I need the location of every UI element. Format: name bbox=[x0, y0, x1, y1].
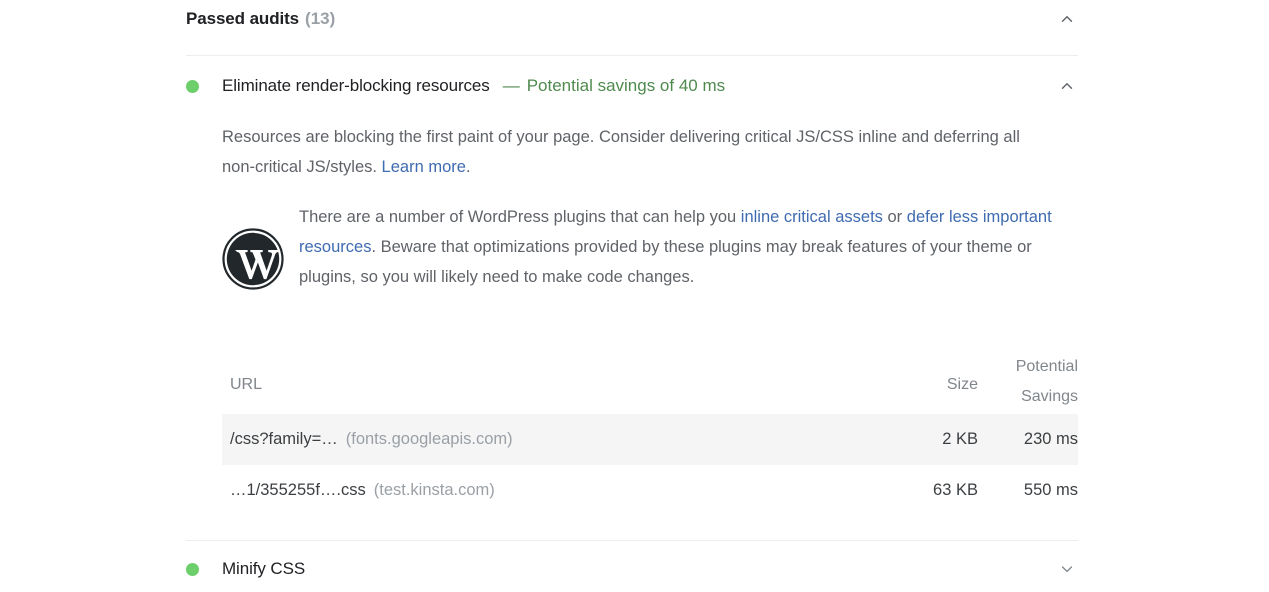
column-header-potential-savings: Potential Savings bbox=[978, 352, 1078, 412]
cell-potential-savings: 230 ms bbox=[1023, 430, 1078, 448]
inline-critical-assets-link[interactable]: inline critical assets bbox=[741, 208, 883, 226]
learn-more-link[interactable]: Learn more bbox=[382, 158, 466, 176]
cell-url-host: (fonts.googleapis.com) bbox=[345, 430, 513, 448]
cell-size: 2 KB bbox=[942, 430, 978, 448]
plugin-note-part1: There are a number of WordPress plugins … bbox=[299, 208, 741, 226]
chevron-up-icon[interactable] bbox=[1056, 8, 1078, 30]
cell-url-path: /css?family=… bbox=[230, 430, 338, 448]
cell-url: /css?family=… (fonts.googleapis.com) bbox=[222, 430, 858, 449]
audit-description-period: . bbox=[465, 158, 471, 176]
audit-title: Eliminate render-blocking resources bbox=[222, 76, 490, 95]
green-circle-icon bbox=[186, 562, 199, 576]
plugin-note-part3: . Beware that optimizations provided by … bbox=[299, 238, 1032, 286]
green-circle-icon bbox=[186, 79, 199, 93]
table-row[interactable]: …1/355255f….css (test.kinsta.com) 63 KB 5… bbox=[222, 465, 1078, 516]
passed-audits-count: (13) bbox=[305, 9, 336, 28]
wordpress-logo-icon bbox=[222, 228, 284, 290]
passed-audits-header[interactable]: Passed audits (13) bbox=[186, 4, 1078, 34]
divider-top bbox=[186, 55, 1078, 56]
column-header-size: Size bbox=[946, 376, 978, 393]
cell-size: 63 KB bbox=[933, 481, 978, 499]
cell-potential-savings: 550 ms bbox=[1023, 481, 1078, 499]
audit-description: Resources are blocking the first paint o… bbox=[222, 122, 1052, 182]
column-header-potential-savings-line2: Savings bbox=[1021, 388, 1078, 405]
audit-separator: — bbox=[502, 76, 520, 95]
audit-header-render-blocking[interactable]: Eliminate render-blocking resources — Po… bbox=[186, 71, 1078, 101]
table-header-row: URL Size Potential Savings bbox=[222, 352, 1078, 414]
audit-title: Minify CSS bbox=[222, 559, 306, 578]
plugin-note-text: There are a number of WordPress plugins … bbox=[299, 200, 1052, 292]
column-header-url: URL bbox=[230, 376, 263, 393]
cell-url-path: …1/355255f….css bbox=[230, 481, 366, 499]
table-row[interactable]: /css?family=… (fonts.googleapis.com) 2 KB… bbox=[222, 414, 1078, 465]
cell-url: …1/355255f….css (test.kinsta.com) bbox=[222, 481, 858, 500]
chevron-down-icon[interactable] bbox=[1056, 558, 1078, 580]
cell-url-host: (test.kinsta.com) bbox=[373, 481, 495, 499]
audit-description-text: Resources are blocking the first paint o… bbox=[222, 128, 1020, 176]
audit-savings-label: Potential savings of 40 ms bbox=[526, 76, 726, 95]
page-title: Passed audits bbox=[186, 9, 300, 28]
wordpress-plugin-note: There are a number of WordPress plugins … bbox=[222, 200, 1052, 292]
divider-bottom bbox=[186, 540, 1078, 541]
resources-table: URL Size Potential Savings /css?family=…… bbox=[222, 352, 1078, 516]
column-header-potential-savings-line1: Potential bbox=[1015, 358, 1078, 375]
passed-audits-panel: Passed audits (13) Eliminate render-bloc… bbox=[0, 0, 1269, 592]
chevron-up-icon[interactable] bbox=[1056, 75, 1078, 97]
audit-header-minify-css[interactable]: Minify CSS bbox=[186, 554, 1078, 584]
plugin-note-part2: or bbox=[882, 208, 907, 226]
